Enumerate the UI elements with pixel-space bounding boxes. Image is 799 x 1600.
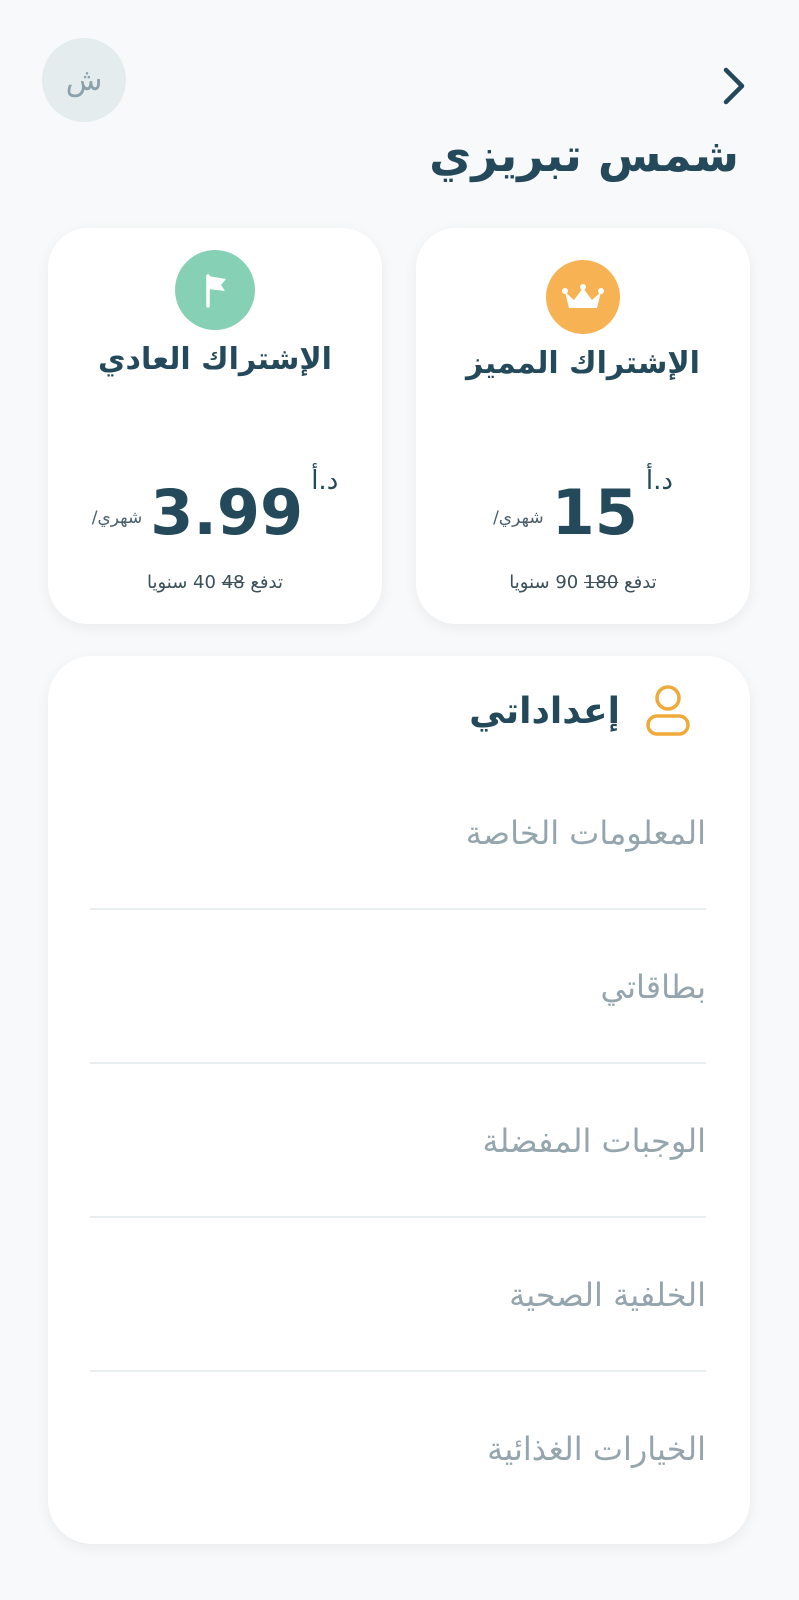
menu-item-personal-info[interactable]: المعلومات الخاصة — [90, 756, 706, 910]
basic-yearly-old-price: 48 — [221, 572, 245, 593]
basic-plan-icon-badge — [175, 250, 255, 330]
menu-item-my-cards[interactable]: بطاقاتي — [90, 910, 706, 1064]
menu-item-label: الخيارات الغذائية — [487, 1430, 706, 1468]
premium-currency: د.أ — [645, 466, 673, 496]
menu-item-label: بطاقاتي — [600, 968, 706, 1006]
menu-item-dietary-options[interactable]: الخيارات الغذائية — [90, 1372, 706, 1526]
menu-item-label: الوجبات المفضلة — [482, 1122, 706, 1160]
chevron-right-icon — [723, 67, 745, 105]
basic-yearly-price: تدفع 48 40 سنويا — [48, 572, 382, 593]
basic-plan-title: الإشتراك العادي — [98, 342, 332, 377]
menu-item-label: المعلومات الخاصة — [465, 814, 706, 852]
premium-plan-icon-badge — [546, 260, 620, 334]
user-name: شمس تبريزي — [429, 128, 739, 182]
menu-item-label: الخلفية الصحية — [509, 1276, 706, 1314]
crown-icon — [562, 284, 604, 308]
settings-header: إعداداتي — [469, 682, 692, 740]
avatar-initial: ش — [65, 62, 103, 98]
flag-icon — [206, 274, 226, 308]
user-icon — [646, 685, 690, 736]
menu-item-health-background[interactable]: الخلفية الصحية — [90, 1218, 706, 1372]
basic-plan-card[interactable]: الإشتراك العادي /شهري 3.99 د.أ تدفع 48 4… — [48, 228, 382, 624]
basic-currency: د.أ — [311, 466, 339, 496]
premium-amount: 15 — [551, 476, 638, 549]
menu-item-favorite-meals[interactable]: الوجبات المفضلة — [90, 1064, 706, 1218]
basic-yearly-prefix: تدفع — [250, 572, 283, 593]
premium-plan-title: الإشتراك المميز — [466, 346, 700, 381]
premium-yearly-prefix: تدفع — [624, 572, 657, 593]
basic-yearly-new-price: 40 سنويا — [147, 572, 216, 593]
avatar[interactable]: ش — [42, 38, 126, 122]
settings-card: إعداداتي المعلومات الخاصة بطاقاتي الوجبا… — [48, 656, 750, 1544]
settings-title: إعداداتي — [469, 690, 620, 732]
premium-yearly-price: تدفع 180 90 سنويا — [416, 572, 750, 593]
basic-period: /شهري — [91, 508, 143, 528]
premium-yearly-old-price: 180 — [583, 572, 619, 593]
premium-plan-card[interactable]: الإشتراك المميز /شهري 15 د.أ تدفع 180 90… — [416, 228, 750, 624]
back-button[interactable] — [718, 62, 758, 110]
basic-amount: 3.99 — [150, 476, 304, 549]
premium-price: /شهري 15 د.أ — [416, 466, 750, 554]
basic-price: /شهري 3.99 د.أ — [48, 466, 382, 554]
premium-yearly-new-price: 90 سنويا — [509, 572, 579, 593]
premium-period: /شهري — [493, 508, 544, 528]
